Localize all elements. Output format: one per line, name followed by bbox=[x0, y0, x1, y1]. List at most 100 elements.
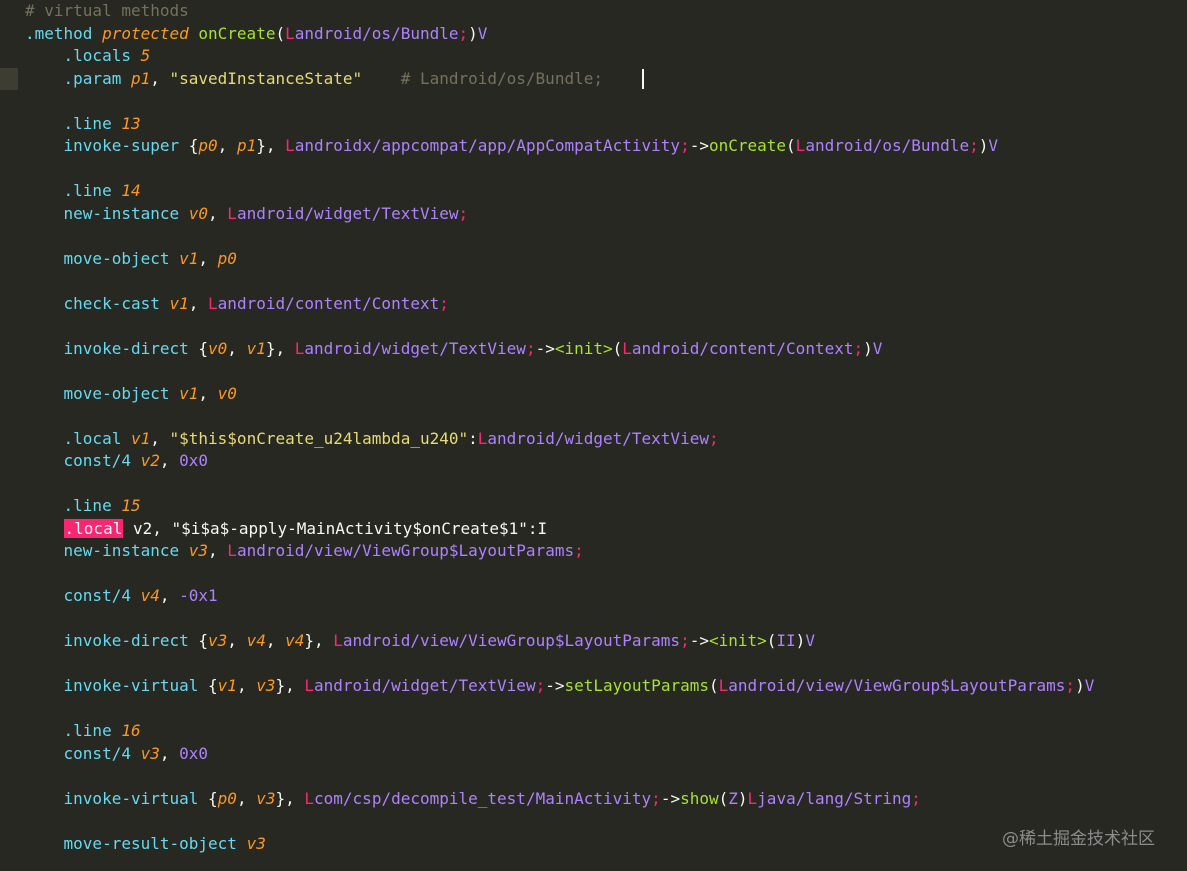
code-token: ; bbox=[535, 676, 546, 695]
code-line[interactable]: invoke-direct {v3, v4, v4}, Landroid/vie… bbox=[25, 630, 815, 653]
code-line[interactable]: const/4 v3, 0x0 bbox=[25, 743, 209, 766]
watermark: @稀土掘金技术社区 bbox=[1002, 829, 1155, 849]
code-line[interactable]: check-cast v1, Landroid/content/Context; bbox=[25, 293, 449, 316]
code-token: v0 bbox=[188, 203, 209, 223]
code-token: "savedInstanceState" bbox=[169, 68, 363, 88]
code-line[interactable]: .line 15 bbox=[25, 495, 141, 518]
code-line[interactable]: move-object v1, v0 bbox=[25, 383, 237, 406]
code-line[interactable]: invoke-virtual {v1, v3}, Landroid/widget… bbox=[25, 675, 1095, 698]
code-token: android/os/Bundle bbox=[294, 23, 459, 43]
code-token: L bbox=[294, 338, 305, 358]
code-token: v2, "$i$a$-apply-MainActivity$onCreate$1… bbox=[123, 518, 548, 538]
code-token: move-object bbox=[63, 248, 180, 268]
code-token: { bbox=[198, 631, 209, 650]
code-token: L bbox=[208, 293, 218, 313]
code-line[interactable]: invoke-virtual {p0, v3}, Lcom/csp/decomp… bbox=[25, 788, 921, 811]
code-line[interactable]: .line 13 bbox=[25, 113, 141, 136]
code-token: check-cast bbox=[63, 293, 170, 313]
code-line[interactable]: invoke-direct {v0, v1}, Landroid/widget/… bbox=[25, 338, 883, 361]
code-line[interactable]: .locals 5 bbox=[25, 45, 151, 68]
code-token: { bbox=[188, 136, 199, 155]
code-token: V bbox=[805, 631, 815, 650]
code-token: ; bbox=[525, 338, 536, 358]
code-line[interactable]: .param p1, "savedInstanceState" # Landro… bbox=[25, 68, 603, 91]
code-token: .line bbox=[63, 113, 122, 133]
code-token: v1 bbox=[217, 676, 237, 695]
code-token: ) bbox=[1075, 676, 1085, 695]
code-editor[interactable]: # virtual methods .method protected onCre… bbox=[0, 0, 1187, 871]
code-token: ) bbox=[468, 23, 478, 43]
code-line[interactable]: move-object v1, p0 bbox=[25, 248, 237, 271]
code-line[interactable]: new-instance v3, Landroid/view/ViewGroup… bbox=[25, 540, 584, 563]
code-token: protected bbox=[102, 23, 199, 43]
code-token: .local bbox=[63, 428, 131, 448]
code-line[interactable]: .local v2, "$i$a$-apply-MainActivity$onC… bbox=[25, 518, 547, 541]
code-token: , bbox=[208, 203, 228, 223]
code-token: v1 bbox=[179, 383, 199, 403]
code-token: p0 bbox=[198, 136, 218, 155]
code-line[interactable]: .method protected onCreate(Landroid/os/B… bbox=[25, 23, 487, 46]
code-token: , bbox=[150, 428, 170, 448]
code-token: V bbox=[988, 136, 998, 155]
code-token: androidx/appcompat/app/AppCompatActivity bbox=[294, 136, 681, 155]
code-line[interactable]: new-instance v0, Landroid/widget/TextVie… bbox=[25, 203, 469, 226]
code-token: v1 bbox=[179, 248, 199, 268]
code-token: <init> bbox=[554, 338, 613, 358]
code-token: v1 bbox=[246, 338, 266, 358]
code-token: android/widget/TextView bbox=[487, 428, 709, 448]
code-token: invoke-super bbox=[63, 136, 189, 155]
code-token: , bbox=[188, 293, 209, 313]
code-token: 0x0 bbox=[179, 743, 209, 763]
code-line[interactable]: .line 14 bbox=[25, 180, 141, 203]
code-token: II bbox=[776, 631, 796, 650]
code-line[interactable]: const/4 v4, -0x1 bbox=[25, 585, 218, 608]
code-token: show bbox=[680, 788, 719, 808]
code-token: -> bbox=[660, 788, 681, 808]
code-token: , bbox=[159, 451, 180, 470]
code-token: .local bbox=[63, 518, 124, 538]
code-token: Z bbox=[728, 788, 738, 808]
code-line[interactable]: .line 16 bbox=[25, 720, 141, 743]
code-token: ) bbox=[978, 136, 989, 155]
code-token: v1 bbox=[169, 293, 189, 313]
code-line[interactable]: invoke-super {p0, p1}, Landroidx/appcomp… bbox=[25, 135, 998, 158]
code-token: new-instance bbox=[63, 203, 189, 223]
code-line[interactable]: .local v1, "$this$onCreate_u24lambda_u24… bbox=[25, 428, 719, 451]
code-token: ; bbox=[574, 541, 584, 560]
code-token: com/csp/decompile_test/MainActivity bbox=[314, 788, 652, 808]
code-token: const/4 bbox=[63, 586, 141, 605]
code-token: # Landroid/os/Bundle; bbox=[400, 68, 603, 88]
code-token: ) bbox=[737, 788, 748, 808]
code-token: .method bbox=[25, 23, 103, 43]
code-token: v0 bbox=[208, 338, 228, 358]
code-line[interactable]: # virtual methods bbox=[25, 0, 189, 23]
code-line[interactable]: move-result-object v3 bbox=[25, 833, 266, 856]
code-token: ; bbox=[853, 338, 864, 358]
code-token: }, bbox=[265, 338, 295, 358]
code-token: p1 bbox=[236, 136, 257, 155]
code-token: { bbox=[208, 788, 218, 808]
code-token: L bbox=[227, 541, 237, 560]
code-token: V bbox=[477, 23, 488, 43]
code-token: 5 bbox=[140, 46, 151, 65]
code-token: .line bbox=[63, 721, 122, 740]
code-token: # virtual methods bbox=[25, 1, 189, 20]
code-token: <init> bbox=[708, 631, 767, 650]
code-token: "$this$onCreate_u24lambda_u240" bbox=[169, 428, 469, 448]
code-token: invoke-direct bbox=[63, 338, 199, 358]
code-token: V bbox=[872, 338, 883, 358]
code-token: , bbox=[159, 743, 180, 763]
code-token: .line bbox=[63, 181, 122, 200]
code-line[interactable]: const/4 v2, 0x0 bbox=[25, 450, 209, 473]
code-token: V bbox=[1084, 676, 1095, 695]
code-token: , bbox=[227, 338, 247, 358]
code-token: , bbox=[236, 676, 257, 695]
code-token: ; bbox=[439, 293, 449, 313]
code-token: 13 bbox=[121, 113, 141, 133]
